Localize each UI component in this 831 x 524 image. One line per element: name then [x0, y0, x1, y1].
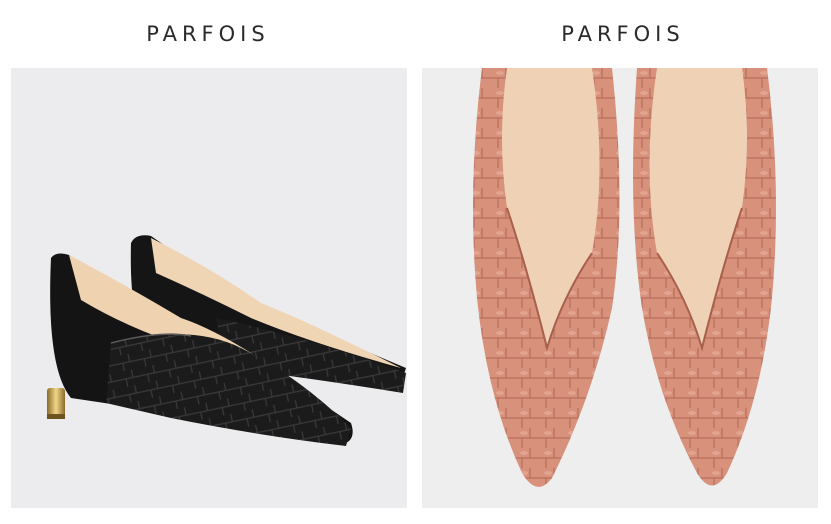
- black-croc-flats-icon: [47, 235, 406, 446]
- brand-logo: PARFOIS: [561, 22, 685, 46]
- product-photo-pink-flats[interactable]: [422, 68, 818, 508]
- pink-croc-flats-icon: [473, 68, 776, 487]
- product-photo-black-flats[interactable]: [11, 68, 407, 508]
- product-card-pink[interactable]: PARFOIS: [418, 0, 828, 524]
- product-card-black[interactable]: PARFOIS: [3, 0, 413, 524]
- brand-logo: PARFOIS: [146, 22, 270, 46]
